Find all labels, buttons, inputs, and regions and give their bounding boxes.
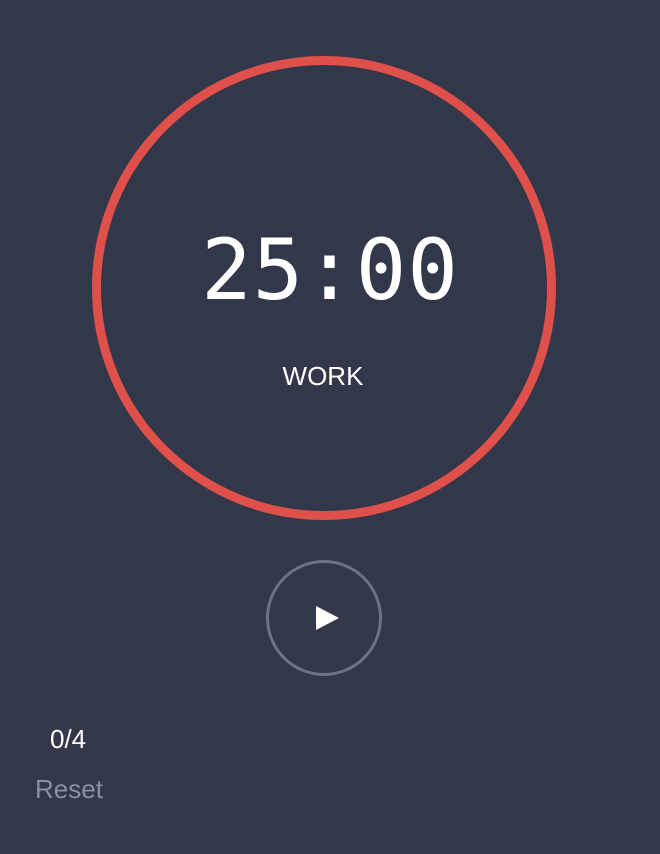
play-icon xyxy=(316,606,339,630)
reset-button[interactable]: Reset xyxy=(35,773,103,805)
timer-mode-label: WORK xyxy=(282,361,364,391)
pomodoro-timer-app: 25:00 WORK 0/4 Reset xyxy=(0,0,660,854)
timer-display: 25:00 xyxy=(201,221,459,319)
session-counter: 0/4 xyxy=(50,724,87,754)
play-button[interactable] xyxy=(266,560,382,676)
